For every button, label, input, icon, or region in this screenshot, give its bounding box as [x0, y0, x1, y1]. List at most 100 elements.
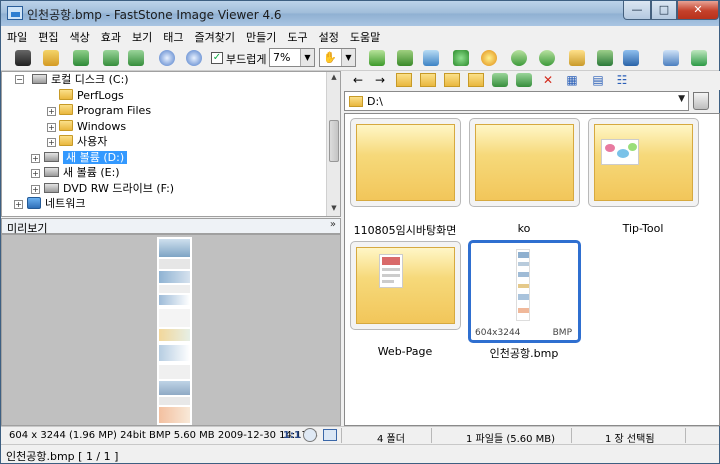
thumbnail-image-incheon-airport[interactable]: 604x3244 BMP — [468, 240, 581, 343]
folder-icon — [594, 124, 693, 201]
thumbnail-folder-110805[interactable] — [350, 118, 461, 207]
list-view-icon[interactable]: ☷ — [614, 73, 630, 87]
menu-colors[interactable]: 색상 — [64, 26, 95, 45]
status-bar: 604 x 3244 (1.96 MP) 24bit BMP 5.60 MB 2… — [1, 426, 719, 445]
tree-item-label: 새 볼륨 (E:) — [63, 166, 120, 179]
menu-favorites[interactable]: 즐겨찾기 — [189, 26, 240, 45]
chevron-down-icon: ▼ — [341, 49, 355, 66]
zoom-in-icon[interactable] — [157, 48, 177, 68]
menu-tools[interactable]: 도구 — [281, 26, 312, 45]
tree-scrollbar[interactable]: ▲ ▼ — [326, 72, 340, 216]
tree-item-label: 새 볼륨 (D:) — [63, 151, 128, 164]
rotate-left-icon[interactable] — [509, 48, 529, 68]
zoom-select[interactable]: 7% ▼ — [269, 48, 315, 67]
sun-icon[interactable] — [479, 48, 499, 68]
scroll-down-icon[interactable]: ▼ — [329, 204, 339, 214]
layout-icon[interactable] — [661, 48, 681, 68]
zoom-out-icon[interactable] — [184, 48, 204, 68]
folder-count: 4 폴더 — [377, 434, 405, 445]
tree-item-perflogs[interactable]: PerfLogs — [59, 88, 124, 104]
thumbnail-folder-web-page[interactable] — [350, 241, 461, 330]
rotate-right-icon[interactable] — [537, 48, 557, 68]
new-folder-icon[interactable] — [444, 73, 460, 87]
menu-file[interactable]: 파일 — [1, 26, 32, 45]
scroll-up-icon[interactable]: ▲ — [329, 73, 339, 83]
tree-item-c-drive[interactable]: − 로컬 디스크 (C:) — [15, 72, 129, 88]
thumbnail-folder-tip-tool[interactable] — [588, 118, 699, 207]
title-bar[interactable]: 인천공항.bmp - FastStone Image Viewer 4.6 — … — [1, 1, 719, 26]
tree-item-network[interactable]: + 네트워크 — [14, 196, 85, 212]
tree-item-label: DVD RW 드라이브 (F:) — [63, 182, 175, 195]
menu-bar: 파일 편집 색상 효과 보기 태그 즐겨찾기 만들기 도구 설정 도움말 — [1, 26, 719, 45]
thumbnails-view-icon[interactable]: ▦ — [564, 73, 580, 87]
image-info: 604 x 3244 (1.96 MP) 24bit BMP 5.60 MB 2… — [9, 430, 318, 441]
expand-icon[interactable]: + — [47, 123, 56, 132]
image-thumbnail — [516, 249, 530, 321]
collapse-preview-icon[interactable]: » — [330, 219, 336, 230]
expand-icon[interactable]: + — [14, 200, 23, 209]
expand-icon[interactable]: + — [31, 185, 40, 194]
thumbnail-label: 110805임시바탕화면 — [353, 224, 457, 237]
copy-to-folder-icon[interactable] — [468, 73, 484, 87]
chevron-down-icon[interactable]: ▼ — [678, 94, 685, 104]
close-button[interactable]: ✕ — [677, 1, 719, 20]
details-view-icon[interactable]: ▤ — [590, 73, 606, 87]
save-icon[interactable] — [367, 48, 387, 68]
tree-item-program-files[interactable]: + Program Files — [47, 103, 151, 119]
hand-tool-select[interactable]: ✋ ▼ — [319, 48, 356, 67]
fullscreen-icon[interactable] — [689, 48, 709, 68]
menu-view[interactable]: 보기 — [126, 26, 157, 45]
forward-arrow-icon[interactable]: → — [372, 73, 388, 87]
open-folder-icon[interactable] — [41, 48, 61, 68]
back-icon[interactable] — [101, 48, 121, 68]
forward-icon[interactable] — [126, 48, 146, 68]
menu-settings[interactable]: 설정 — [313, 26, 344, 45]
menu-effects[interactable]: 효과 — [95, 26, 126, 45]
expand-icon[interactable]: + — [47, 138, 56, 147]
menu-tags[interactable]: 태그 — [157, 26, 188, 45]
folder-tree: − 로컬 디스크 (C:) PerfLogs + Program Files +… — [1, 71, 341, 217]
move-to-folder-icon[interactable] — [516, 73, 532, 87]
person-icon[interactable] — [451, 48, 471, 68]
refresh-icon[interactable] — [492, 73, 508, 87]
tree-item-dvd-drive[interactable]: + DVD RW 드라이브 (F:) — [31, 181, 175, 197]
delete-icon[interactable]: ✕ — [540, 73, 556, 87]
resize-icon[interactable] — [395, 48, 415, 68]
path-combobox[interactable]: D:\ ▼ — [344, 91, 689, 111]
menu-edit[interactable]: 편집 — [32, 26, 63, 45]
collapse-icon[interactable]: − — [15, 75, 24, 84]
scrollbar-thumb[interactable] — [329, 120, 339, 162]
favorite-folder-icon[interactable] — [420, 73, 436, 87]
expand-icon[interactable]: + — [47, 107, 56, 116]
email-icon[interactable] — [567, 48, 587, 68]
back-arrow-icon[interactable]: ← — [350, 73, 366, 87]
parent-folder-icon[interactable] — [396, 73, 412, 87]
preview-pane — [1, 234, 341, 426]
menu-help[interactable]: 도움말 — [344, 26, 385, 45]
fit-screen-icon[interactable] — [323, 429, 337, 441]
thumbnail-folder-ko[interactable] — [469, 118, 580, 207]
filmstrip-icon[interactable] — [595, 48, 615, 68]
tree-item-windows[interactable]: + Windows — [47, 119, 126, 135]
drive-icon — [44, 167, 59, 177]
expand-icon[interactable]: + — [31, 154, 40, 163]
actual-size-button[interactable]: 1:1 — [283, 430, 301, 441]
smooth-checkbox[interactable]: ✓ — [211, 52, 223, 64]
tree-item-users[interactable]: + 사용자 — [47, 134, 107, 150]
crop-icon[interactable] — [421, 48, 441, 68]
folder-icon — [59, 120, 73, 131]
browse-icon[interactable] — [71, 48, 91, 68]
settings-gear-icon[interactable] — [303, 428, 317, 442]
minimize-button[interactable]: — — [623, 1, 651, 20]
tree-item-e-drive[interactable]: + 새 볼륨 (E:) — [31, 165, 120, 181]
network-icon — [27, 197, 41, 209]
maximize-button[interactable]: □ — [651, 1, 677, 20]
expand-icon[interactable]: + — [31, 169, 40, 178]
camera-icon[interactable] — [13, 48, 33, 68]
slideshow-icon[interactable] — [621, 48, 641, 68]
tree-item-d-drive[interactable]: + 새 볼륨 (D:) — [31, 150, 128, 166]
thumbnail-label: Tip-Tool — [622, 222, 664, 235]
recycle-bin-icon[interactable] — [693, 92, 709, 110]
menu-create[interactable]: 만들기 — [240, 26, 281, 45]
preview-image — [157, 237, 192, 425]
